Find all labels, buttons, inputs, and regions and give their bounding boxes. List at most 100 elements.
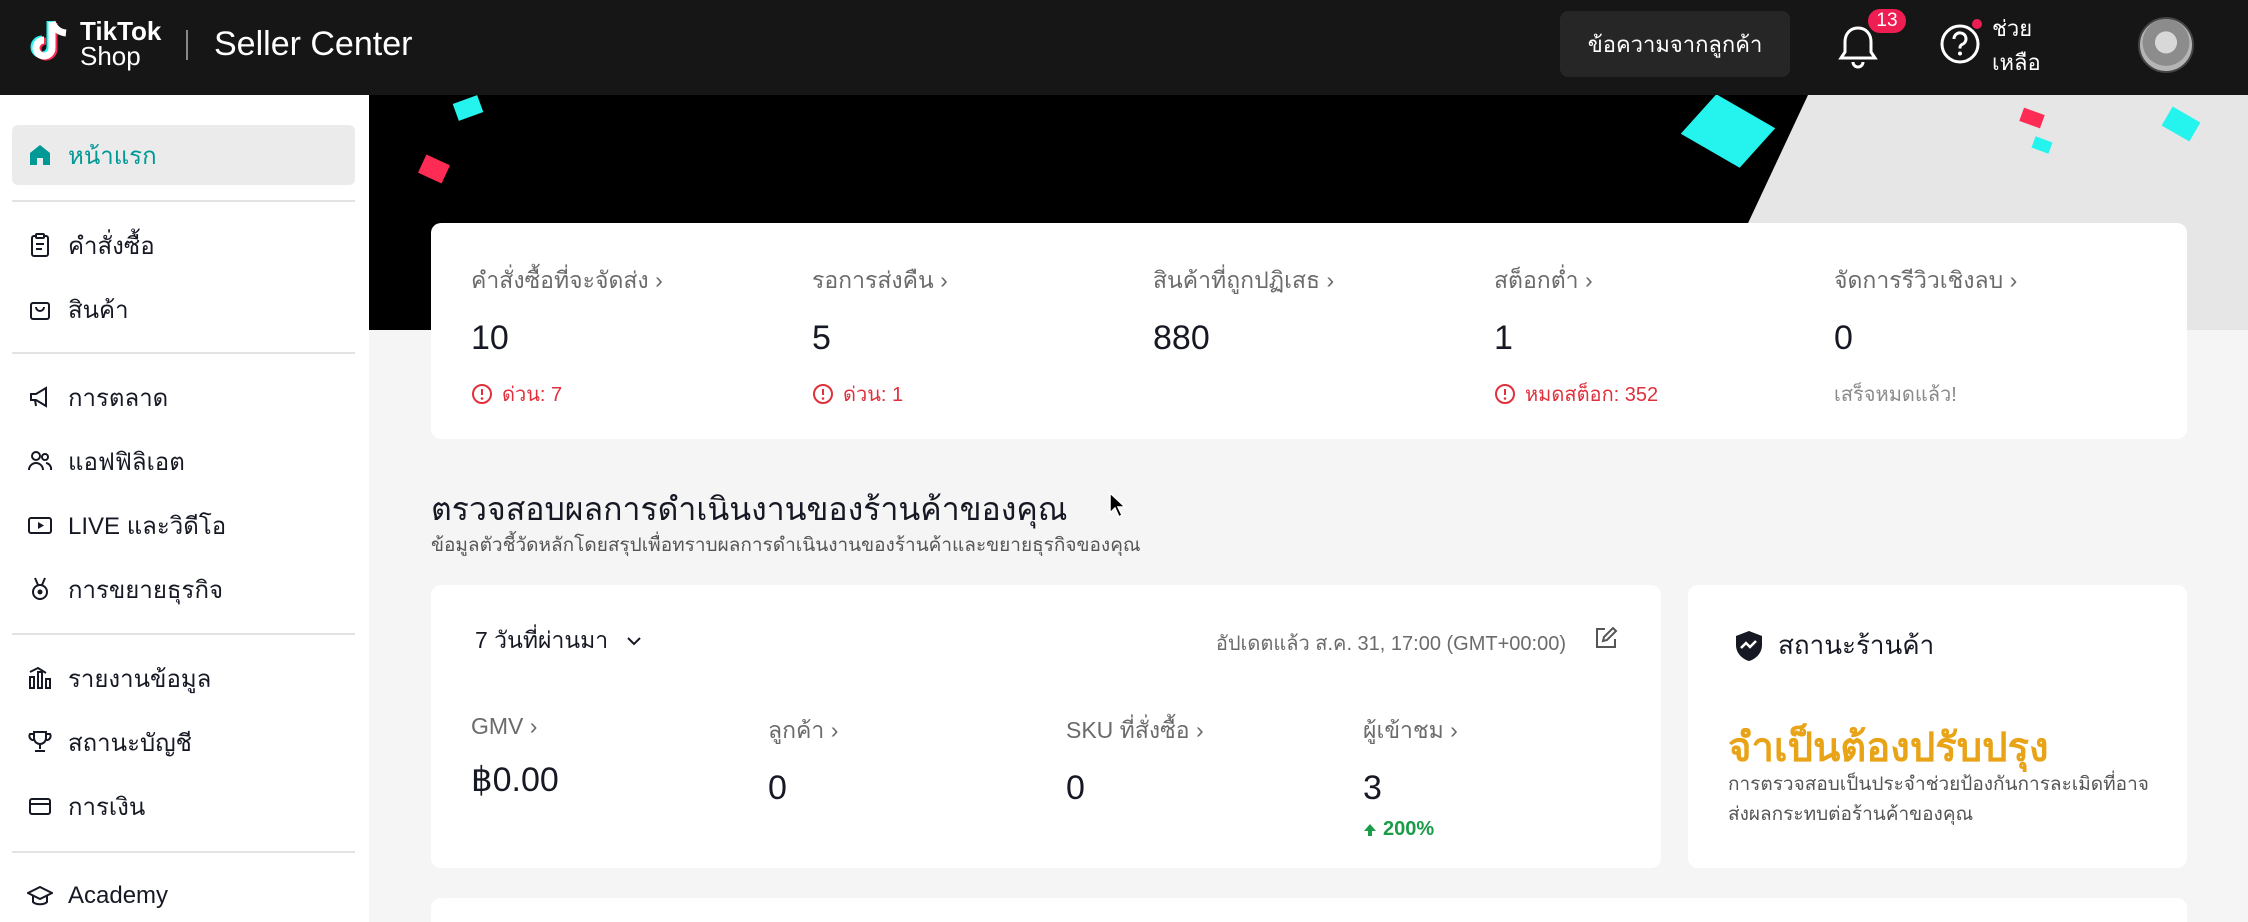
metric-value: 0 bbox=[1066, 769, 1085, 807]
home-icon bbox=[26, 141, 54, 169]
sidebar-item-orders[interactable]: คำสั่งซื้อ bbox=[12, 215, 355, 275]
sidebar-item-home[interactable]: หน้าแรก bbox=[12, 125, 355, 185]
last-updated-text: อัปเดตแล้ว ส.ค. 31, 17:00 (GMT+00:00) bbox=[1215, 633, 1566, 655]
todo-done-text: เสร็จหมดแล้ว! bbox=[1834, 384, 1957, 406]
metric-customers[interactable]: ลูกค้า › 0 bbox=[768, 713, 838, 808]
todo-low-stock[interactable]: สต็อกต่ำ › 1 หมดสต็อก: 352 bbox=[1494, 263, 1794, 410]
sidebar-item-data-report[interactable]: รายงานข้อมูล bbox=[12, 648, 355, 708]
next-section-card bbox=[431, 898, 2187, 922]
sidebar-item-label: รายงานข้อมูล bbox=[68, 665, 212, 693]
logo-divider bbox=[186, 30, 188, 60]
sidebar-item-products[interactable]: สินค้า bbox=[12, 279, 355, 339]
sidebar-divider bbox=[12, 851, 355, 853]
todo-value: 880 bbox=[1153, 319, 1210, 357]
metric-label: GMV bbox=[471, 713, 524, 739]
sidebar-item-growth[interactable]: การขยายธุรกิจ bbox=[12, 559, 355, 619]
users-icon bbox=[26, 447, 54, 475]
tiktok-logo-icon bbox=[30, 20, 67, 61]
period-selector[interactable]: 7 วันที่ผ่านมา bbox=[475, 623, 644, 659]
customer-messages-button[interactable]: ข้อความจากลูกค้า bbox=[1560, 11, 1790, 77]
metric-value: 0 bbox=[768, 769, 787, 807]
todo-orders-to-ship[interactable]: คำสั่งซื้อที่จะจัดส่ง › 10 ด่วน: 7 bbox=[471, 263, 771, 410]
todo-value: 5 bbox=[812, 319, 831, 357]
metric-sku-ordered[interactable]: SKU ที่สั่งซื้อ › 0 bbox=[1066, 713, 1204, 808]
sidebar-item-label: สถานะบัญชี bbox=[68, 729, 192, 757]
sidebar-item-live-video[interactable]: LIVE และวิดีโอ bbox=[12, 495, 355, 555]
todo-label: จัดการรีวิวเชิงลบ bbox=[1834, 267, 2004, 293]
help-label[interactable]: ช่วยเหลือ bbox=[1992, 12, 2072, 80]
logo-text-shop: Shop bbox=[80, 41, 141, 71]
trophy-icon bbox=[26, 728, 54, 756]
todo-value: 0 bbox=[1834, 319, 1853, 357]
shopping-bag-icon bbox=[26, 295, 54, 323]
chevron-right-icon: › bbox=[940, 267, 948, 293]
help-alert-dot bbox=[1972, 19, 1982, 29]
sidebar-item-academy[interactable]: Academy bbox=[12, 866, 355, 922]
sidebar-item-label: แอฟฟิลิเอต bbox=[68, 448, 185, 476]
todo-label: สต็อกต่ำ bbox=[1494, 267, 1579, 293]
sidebar: หน้าแรก คำสั่งซื้อ สินค้า การตลาด แอฟฟิล… bbox=[0, 95, 369, 922]
chevron-right-icon: › bbox=[2009, 267, 2018, 293]
confetti-shape bbox=[1680, 95, 1776, 168]
top-bar: TikTok Shop Seller Center ข้อความจากลูกค… bbox=[0, 0, 2248, 95]
wallet-icon bbox=[26, 792, 54, 820]
medal-icon bbox=[26, 575, 54, 603]
performance-section-title: ตรวจสอบผลการดำเนินงานของร้านค้าของคุณ bbox=[431, 491, 1068, 527]
user-avatar[interactable] bbox=[2138, 17, 2194, 73]
chevron-down-icon bbox=[627, 637, 641, 646]
period-label: 7 วันที่ผ่านมา bbox=[475, 627, 609, 653]
todo-urgent-count: ด่วน: 1 bbox=[843, 384, 904, 406]
todo-urgent-count: ด่วน: 7 bbox=[502, 384, 563, 406]
chevron-right-icon: › bbox=[1195, 717, 1204, 743]
arrow-up-icon bbox=[1364, 823, 1376, 836]
sidebar-item-affiliate[interactable]: แอฟฟิลิเอต bbox=[12, 431, 355, 491]
seller-center-title: Seller Center bbox=[214, 25, 413, 63]
chevron-right-icon: › bbox=[1326, 267, 1335, 293]
metric-change: 200% bbox=[1383, 818, 1435, 840]
sidebar-divider bbox=[12, 633, 355, 635]
graduation-cap-icon bbox=[26, 882, 54, 910]
shop-status-description: การตรวจสอบเป็นประจำช่วยป้องกันการละเมิดท… bbox=[1728, 774, 2149, 825]
sidebar-item-label: สินค้า bbox=[68, 296, 129, 324]
sidebar-item-marketing[interactable]: การตลาด bbox=[12, 367, 355, 427]
warning-circle-icon bbox=[472, 384, 492, 404]
metric-label: ลูกค้า bbox=[768, 717, 825, 743]
shop-status-card[interactable]: สถานะร้านค้า จำเป็นต้องปรับปรุง การตรวจส… bbox=[1688, 585, 2187, 868]
sidebar-item-label: หน้าแรก bbox=[68, 142, 157, 170]
todo-negative-reviews[interactable]: จัดการรีวิวเชิงลบ › 0 เสร็จหมดแล้ว! bbox=[1834, 263, 2134, 410]
sidebar-item-label: การเงิน bbox=[68, 793, 146, 821]
metric-label: ผู้เข้าชม bbox=[1363, 717, 1444, 743]
confetti-shape bbox=[452, 95, 484, 121]
clipboard-icon bbox=[26, 231, 54, 259]
bar-chart-icon bbox=[26, 664, 54, 692]
tiktok-shop-logo[interactable]: TikTok Shop bbox=[22, 18, 161, 70]
todo-value: 1 bbox=[1494, 319, 1513, 357]
mouse-cursor-icon bbox=[1109, 491, 1127, 519]
performance-section-subtitle: ข้อมูลตัวชี้วัดหลักโดยสรุปเพื่อทราบผลการ… bbox=[431, 535, 1141, 556]
sidebar-item-finance[interactable]: การเงิน bbox=[12, 776, 355, 836]
performance-card: 7 วันที่ผ่านมา อัปเดตแล้ว ส.ค. 31, 17:00… bbox=[431, 585, 1661, 868]
sidebar-divider bbox=[12, 200, 355, 202]
shield-icon bbox=[1736, 630, 1762, 661]
todo-label: คำสั่งซื้อที่จะจัดส่ง bbox=[471, 267, 649, 293]
edit-icon[interactable] bbox=[1593, 625, 1619, 651]
todo-label: รอการส่งคืน bbox=[812, 267, 934, 293]
todo-summary-card: คำสั่งซื้อที่จะจัดส่ง › 10 ด่วน: 7 รอการ… bbox=[431, 223, 2187, 439]
notification-badge: 13 bbox=[1866, 7, 1908, 35]
sidebar-item-label: Academy bbox=[68, 882, 169, 909]
metric-gmv[interactable]: GMV › ฿0.00 bbox=[471, 713, 559, 800]
metric-value: 3 bbox=[1363, 769, 1382, 807]
todo-pending-returns[interactable]: รอการส่งคืน › 5 ด่วน: 1 bbox=[812, 263, 1112, 410]
metric-visitors[interactable]: ผู้เข้าชม › 3 200% bbox=[1363, 713, 1458, 841]
sidebar-item-account-health[interactable]: สถานะบัญชี bbox=[12, 712, 355, 772]
megaphone-icon bbox=[26, 383, 54, 411]
sidebar-item-label: LIVE และวิดีโอ bbox=[68, 512, 227, 540]
metric-label: SKU ที่สั่งซื้อ bbox=[1066, 717, 1190, 743]
chevron-right-icon: › bbox=[1450, 717, 1458, 743]
video-icon bbox=[26, 511, 54, 539]
chevron-right-icon: › bbox=[529, 713, 538, 739]
shop-status-title: สถานะร้านค้า bbox=[1778, 630, 1935, 660]
confetti-shape bbox=[417, 154, 451, 184]
todo-rejected-products[interactable]: สินค้าที่ถูกปฏิเสธ › 880 bbox=[1153, 263, 1453, 358]
sidebar-item-label: การขยายธุรกิจ bbox=[68, 576, 224, 604]
